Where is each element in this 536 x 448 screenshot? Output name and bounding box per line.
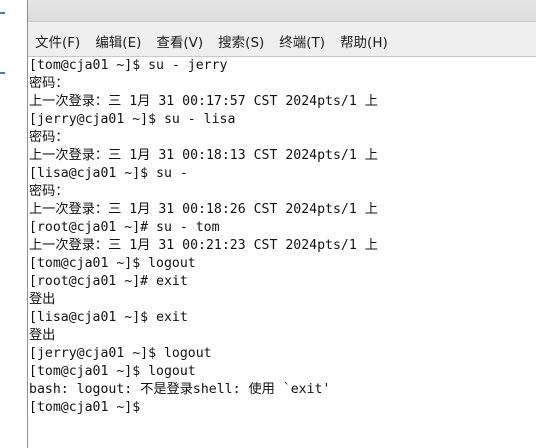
terminal-line: 密码： bbox=[29, 76, 69, 91]
terminal-line: [tom@cja01 ~]$ su - jerry bbox=[29, 58, 228, 73]
terminal-window: 文件(F) 编辑(E) 查看(V) 搜索(S) 终端(T) 帮助(H) [tom… bbox=[27, 0, 536, 448]
terminal-line: [tom@cja01 ~]$ logout bbox=[29, 364, 196, 379]
window-titlebar[interactable] bbox=[28, 0, 536, 22]
terminal-line: [tom@cja01 ~]$ logout bbox=[29, 256, 196, 271]
menu-edit[interactable]: 编辑(E) bbox=[95, 34, 141, 52]
terminal-line: [lisa@cja01 ~]$ exit bbox=[29, 310, 188, 325]
terminal-line: 登出 bbox=[29, 292, 56, 307]
terminal-line: 密码： bbox=[29, 130, 69, 145]
terminal-line: bash: logout: 不是登录shell: 使用 `exit' bbox=[29, 382, 331, 397]
terminal-line: [lisa@cja01 ~]$ su - bbox=[29, 166, 188, 181]
terminal-line: 登出 bbox=[29, 328, 56, 343]
menu-bar: 文件(F) 编辑(E) 查看(V) 搜索(S) 终端(T) 帮助(H) bbox=[28, 22, 536, 57]
screen: 文件(F) 编辑(E) 查看(V) 搜索(S) 终端(T) 帮助(H) [tom… bbox=[0, 0, 536, 448]
terminal-line: [jerry@cja01 ~]$ logout bbox=[29, 346, 212, 361]
left-panel-strip bbox=[0, 0, 27, 448]
terminal-line: 上一次登录：三 1月 31 00:21:23 CST 2024pts/1 上 bbox=[29, 238, 378, 253]
menu-view[interactable]: 查看(V) bbox=[156, 34, 203, 52]
terminal-output[interactable]: [tom@cja01 ~]$ su - jerry 密码： 上一次登录：三 1月… bbox=[28, 57, 536, 448]
left-panel-marker bbox=[0, 72, 5, 74]
terminal-line: 上一次登录：三 1月 31 00:18:26 CST 2024pts/1 上 bbox=[29, 202, 378, 217]
terminal-prompt-line[interactable]: [tom@cja01 ~]$ bbox=[29, 399, 536, 417]
terminal-line: 上一次登录：三 1月 31 00:17:57 CST 2024pts/1 上 bbox=[29, 94, 378, 109]
menu-terminal[interactable]: 终端(T) bbox=[279, 34, 325, 52]
terminal-line: 密码： bbox=[29, 184, 69, 199]
menu-file[interactable]: 文件(F) bbox=[35, 34, 80, 52]
terminal-line: [jerry@cja01 ~]$ su - lisa bbox=[29, 112, 236, 127]
terminal-line: [root@cja01 ~]# su - tom bbox=[29, 220, 220, 235]
menu-search[interactable]: 搜索(S) bbox=[218, 34, 264, 52]
terminal-line: 上一次登录：三 1月 31 00:18:13 CST 2024pts/1 上 bbox=[29, 148, 378, 163]
left-panel-marker bbox=[0, 12, 5, 14]
terminal-line: [root@cja01 ~]# exit bbox=[29, 274, 188, 289]
menu-help[interactable]: 帮助(H) bbox=[340, 34, 388, 52]
